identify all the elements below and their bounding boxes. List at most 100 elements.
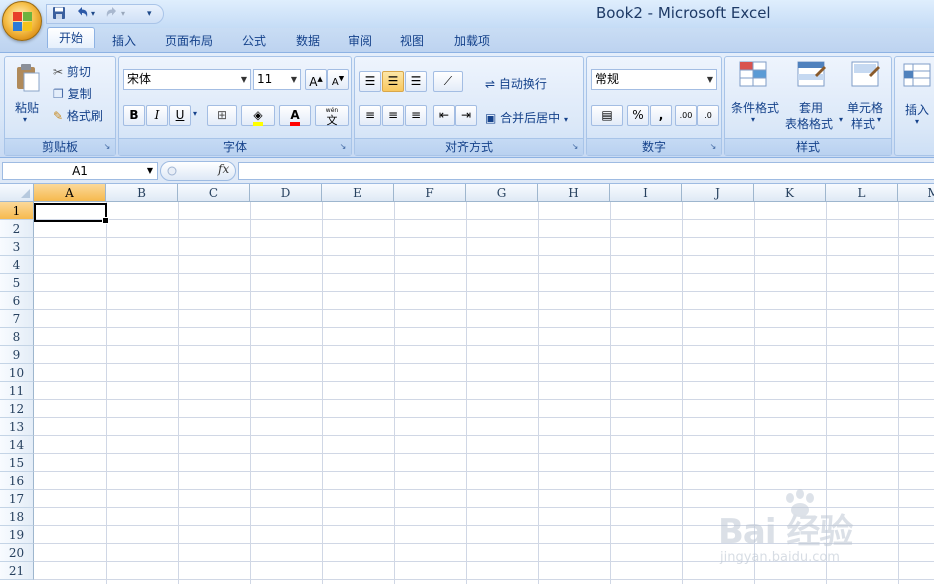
chevron-down-icon[interactable]: ▾ (877, 115, 881, 124)
align-bottom-button[interactable]: ☰ (405, 71, 427, 92)
tab-addins[interactable]: 加载项 (446, 31, 498, 52)
tab-review[interactable]: 审阅 (338, 31, 382, 52)
customize-icon[interactable]: ▾ (147, 6, 152, 22)
align-left-button[interactable]: ≡ (359, 105, 381, 126)
row-header-3[interactable]: 3 (0, 238, 34, 256)
column-header-j[interactable]: J (682, 184, 754, 202)
tab-home[interactable]: 开始 (47, 27, 95, 48)
italic-button[interactable]: I (146, 105, 168, 126)
copy-button[interactable]: ❐ 复制 (53, 85, 92, 102)
underline-button[interactable]: U (169, 105, 191, 126)
redo-dropdown-icon[interactable]: ▾ (121, 6, 125, 22)
format-painter-button[interactable]: ✎ 格式刷 (53, 107, 103, 124)
conditional-format-button[interactable]: 条件格式 (731, 99, 779, 116)
tab-view[interactable]: 视图 (390, 31, 434, 52)
row-header-18[interactable]: 18 (0, 508, 34, 526)
row-header-9[interactable]: 9 (0, 346, 34, 364)
column-header-k[interactable]: K (754, 184, 826, 202)
column-header-l[interactable]: L (826, 184, 898, 202)
tab-page-layout[interactable]: 页面布局 (158, 31, 220, 52)
chevron-down-icon[interactable]: ▾ (839, 115, 843, 124)
table-format-label-1[interactable]: 套用 (799, 99, 823, 116)
row-header-11[interactable]: 11 (0, 382, 34, 400)
chevron-down-icon[interactable]: ▾ (915, 117, 919, 126)
number-format-combo[interactable]: 常规 ▼ (591, 69, 717, 90)
name-box[interactable]: A1 ▼ (2, 162, 158, 180)
save-icon[interactable] (52, 6, 66, 22)
tab-data[interactable]: 数据 (286, 31, 330, 52)
office-button[interactable] (2, 1, 42, 41)
row-header-20[interactable]: 20 (0, 544, 34, 562)
comma-button[interactable]: , (650, 105, 672, 126)
shrink-font-button[interactable]: A▼ (327, 69, 349, 90)
row-header-6[interactable]: 6 (0, 292, 34, 310)
font-launcher-icon[interactable]: ↘ (338, 142, 348, 152)
column-header-b[interactable]: B (106, 184, 178, 202)
align-right-button[interactable]: ≡ (405, 105, 427, 126)
alignment-launcher-icon[interactable]: ↘ (570, 142, 580, 152)
table-format-label-2[interactable]: 表格格式 (785, 115, 833, 132)
cell-styles-icon[interactable] (851, 61, 881, 92)
insert-cells-button[interactable]: 插入 (905, 101, 929, 118)
row-header-13[interactable]: 13 (0, 418, 34, 436)
row-header-17[interactable]: 17 (0, 490, 34, 508)
fill-color-button[interactable]: ◈ (241, 105, 275, 126)
cell-styles-label-2[interactable]: 样式 (851, 115, 875, 132)
column-header-f[interactable]: F (394, 184, 466, 202)
insert-cells-icon[interactable] (903, 63, 931, 92)
column-header-a[interactable]: A (34, 184, 106, 202)
merge-center-button[interactable]: ▣ 合并后居中 ▾ (485, 109, 568, 126)
clipboard-launcher-icon[interactable]: ↘ (102, 142, 112, 152)
row-header-14[interactable]: 14 (0, 436, 34, 454)
active-cell[interactable] (34, 203, 109, 224)
align-center-button[interactable]: ≡ (382, 105, 404, 126)
row-header-12[interactable]: 12 (0, 400, 34, 418)
tab-formulas[interactable]: 公式 (232, 31, 276, 52)
font-color-button[interactable]: A (279, 105, 311, 126)
cell-styles-label-1[interactable]: 单元格 (847, 99, 883, 116)
row-header-2[interactable]: 2 (0, 220, 34, 238)
increase-decimal-button[interactable]: .00 (675, 105, 697, 126)
redo-icon[interactable] (105, 6, 119, 22)
column-header-m[interactable]: M (898, 184, 934, 202)
column-header-i[interactable]: I (610, 184, 682, 202)
decrease-decimal-button[interactable]: .0 (697, 105, 719, 126)
borders-button[interactable]: ⊞ (207, 105, 237, 126)
paste-icon[interactable] (15, 63, 41, 96)
row-header-7[interactable]: 7 (0, 310, 34, 328)
increase-indent-button[interactable]: ⇥ (455, 105, 477, 126)
decrease-indent-button[interactable]: ⇤ (433, 105, 455, 126)
bold-button[interactable]: B (123, 105, 145, 126)
column-header-h[interactable]: H (538, 184, 610, 202)
column-header-d[interactable]: D (250, 184, 322, 202)
underline-dropdown-icon[interactable]: ▾ (193, 109, 197, 118)
tab-insert[interactable]: 插入 (100, 31, 148, 52)
row-header-15[interactable]: 15 (0, 454, 34, 472)
paste-dropdown-icon[interactable]: ▾ (23, 115, 27, 124)
row-header-16[interactable]: 16 (0, 472, 34, 490)
row-header-10[interactable]: 10 (0, 364, 34, 382)
row-header-19[interactable]: 19 (0, 526, 34, 544)
row-header-4[interactable]: 4 (0, 256, 34, 274)
number-launcher-icon[interactable]: ↘ (708, 142, 718, 152)
column-header-g[interactable]: G (466, 184, 538, 202)
undo-dropdown-icon[interactable]: ▾ (91, 6, 95, 22)
align-top-button[interactable]: ☰ (359, 71, 381, 92)
phonetic-button[interactable]: wén 文 (315, 105, 349, 126)
undo-icon[interactable] (75, 6, 89, 22)
paste-button[interactable]: 粘贴 (15, 99, 39, 116)
chevron-down-icon[interactable]: ▾ (751, 115, 755, 124)
row-header-5[interactable]: 5 (0, 274, 34, 292)
conditional-format-icon[interactable] (739, 61, 769, 92)
cut-button[interactable]: ✂ 剪切 (53, 63, 91, 80)
wrap-text-button[interactable]: ⇌ 自动换行 (485, 75, 547, 92)
table-format-icon[interactable] (797, 61, 827, 92)
font-size-combo[interactable]: 11 ▼ (253, 69, 301, 90)
row-header-1[interactable]: 1 (0, 202, 34, 220)
select-all-button[interactable] (0, 184, 34, 202)
insert-function-icon[interactable]: fx (218, 162, 229, 176)
orientation-button[interactable]: ⟋ (433, 71, 463, 92)
grow-font-button[interactable]: A▲ (305, 69, 327, 90)
row-header-8[interactable]: 8 (0, 328, 34, 346)
font-name-combo[interactable]: 宋体 ▼ (123, 69, 251, 90)
